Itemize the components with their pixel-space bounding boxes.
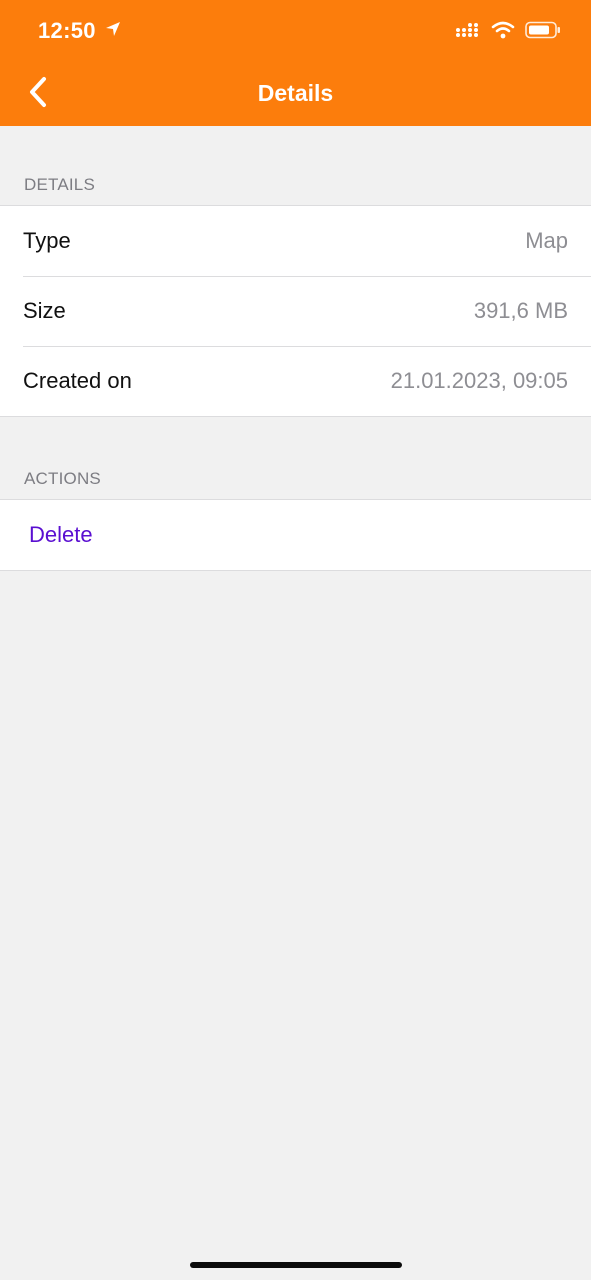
type-value: Map	[525, 228, 568, 253]
navigation-header: 12:50 Details	[0, 0, 591, 126]
actions-group: Delete	[0, 499, 591, 571]
actions-section-header: ACTIONS	[24, 469, 101, 488]
detail-row-type: Type Map	[0, 206, 591, 276]
details-section-header: DETAILS	[24, 175, 95, 194]
created-on-value: 21.01.2023, 09:05	[390, 368, 568, 393]
type-label: Type	[23, 228, 71, 253]
location-arrow-icon	[104, 18, 122, 44]
delete-button[interactable]: Delete	[0, 500, 591, 570]
cellular-signal-icon	[455, 21, 481, 44]
page-title: Details	[257, 80, 334, 106]
detail-row-size: Size 391,6 MB	[0, 276, 591, 346]
status-bar-time: 12:50	[38, 18, 122, 44]
status-bar-indicators	[455, 21, 561, 44]
size-value: 391,6 MB	[473, 298, 568, 323]
details-group: Type Map Size 391,6 MB Created on 21.01.…	[0, 205, 591, 417]
wifi-icon	[491, 21, 515, 44]
time-label: 12:50	[38, 18, 96, 43]
home-indicator	[190, 1262, 402, 1268]
created-on-label: Created on	[23, 368, 132, 393]
battery-icon	[525, 21, 561, 44]
detail-row-created-on: Created on 21.01.2023, 09:05	[0, 346, 591, 416]
size-label: Size	[23, 298, 66, 323]
